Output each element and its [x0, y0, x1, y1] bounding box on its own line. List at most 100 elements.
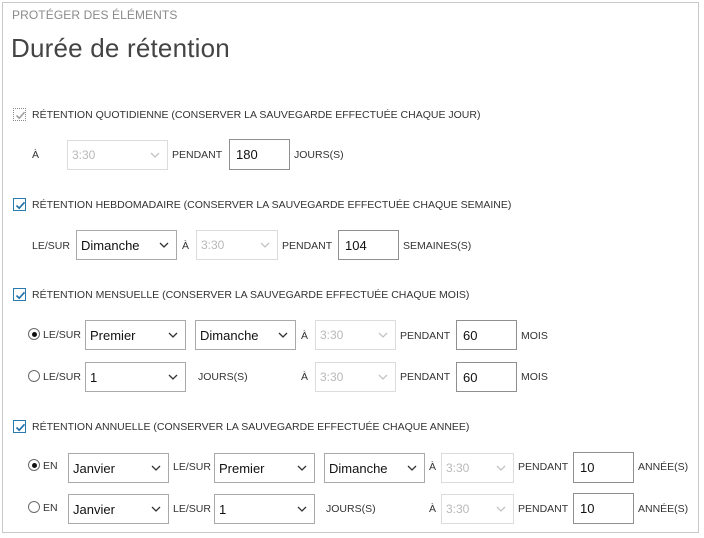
- weekly-at-label: À: [182, 240, 190, 252]
- yearly-option2-on-label: LE/SUR: [173, 503, 211, 515]
- yearly-label: RÉTENTION ANNUELLE (CONSERVER LA SAUVEGA…: [32, 421, 470, 433]
- weekly-on-label: LE/SUR: [32, 240, 70, 252]
- yearly-option2-time-value: 3:30: [446, 502, 470, 516]
- daily-unit-label: JOURS(S): [294, 149, 344, 161]
- yearly-option2-unit-label: ANNÉE(S): [638, 503, 689, 515]
- weekly-label: RÉTENTION HEBDOMADAIRE (CONSERVER LA SAU…: [32, 199, 512, 211]
- monthly-option1-count-input[interactable]: 60: [456, 320, 517, 350]
- chevron-down-icon: [407, 465, 417, 471]
- yearly-day-value: Dimanche: [329, 461, 388, 476]
- weekly-for-label: PENDANT: [282, 240, 333, 252]
- monthly-option1-radio[interactable]: [28, 328, 40, 340]
- chevron-down-icon: [151, 465, 161, 471]
- chevron-down-icon: [297, 506, 307, 512]
- checkmark-icon: [15, 111, 26, 120]
- chevron-down-icon: [496, 465, 506, 471]
- yearly-option2-time-select[interactable]: 3:30: [441, 494, 514, 524]
- yearly-option1-for-label: PENDANT: [518, 461, 569, 473]
- monthly-option1-count-value: 60: [463, 328, 478, 343]
- weekly-count-value: 104: [345, 238, 367, 253]
- yearly-week-value: Premier: [219, 461, 265, 476]
- page-title: Durée de rétention: [11, 33, 230, 63]
- monthly-option1-unit-label: MOIS: [521, 330, 548, 342]
- yearly-option2-month-value: Janvier: [73, 502, 115, 517]
- monthly-option2-count-value: 60: [463, 370, 478, 385]
- yearly-option1-in-label: EN: [43, 460, 58, 472]
- monthly-week-select[interactable]: Premier: [85, 320, 186, 350]
- yearly-option2-at-label: À: [429, 503, 437, 515]
- chevron-down-icon: [378, 374, 388, 380]
- monthly-checkbox[interactable]: [13, 288, 26, 301]
- yearly-daynum-select[interactable]: 1: [214, 494, 315, 524]
- monthly-option1-time-select[interactable]: 3:30: [315, 320, 396, 350]
- yearly-option1-time-value: 3:30: [446, 461, 470, 475]
- daily-label: RÉTENTION QUOTIDIENNE (CONSERVER LA SAUV…: [32, 109, 481, 121]
- monthly-option2-on-label: LE/SUR: [43, 371, 81, 383]
- yearly-option2-days-label: JOURS(S): [326, 503, 376, 515]
- chevron-down-icon: [378, 332, 388, 338]
- yearly-option1-time-select[interactable]: 3:30: [441, 453, 514, 483]
- chevron-down-icon: [297, 465, 307, 471]
- weekly-day-select[interactable]: Dimanche: [76, 230, 177, 260]
- daily-count-input[interactable]: 180: [229, 139, 290, 170]
- monthly-option2-days-label: JOURS(S): [198, 371, 248, 383]
- monthly-option2-time-value: 3:30: [320, 370, 344, 384]
- chevron-down-icon: [150, 152, 160, 158]
- yearly-day-select[interactable]: Dimanche: [324, 453, 425, 483]
- yearly-option1-unit-label: ANNÉE(S): [638, 461, 689, 473]
- monthly-day-value: Dimanche: [200, 328, 259, 343]
- checkmark-icon: [15, 423, 26, 432]
- chevron-down-icon: [278, 332, 288, 338]
- daily-checkbox[interactable]: [13, 108, 26, 121]
- yearly-option2-month-select[interactable]: Janvier: [68, 494, 169, 524]
- yearly-option1-count-input[interactable]: 10: [573, 452, 634, 483]
- monthly-option2-count-input[interactable]: 60: [456, 362, 517, 392]
- weekly-time-select[interactable]: 3:30: [196, 230, 278, 260]
- yearly-option2-in-label: EN: [43, 502, 58, 514]
- monthly-day-select[interactable]: Dimanche: [195, 320, 296, 350]
- chevron-down-icon: [168, 332, 178, 338]
- chevron-down-icon: [496, 506, 506, 512]
- yearly-option2-count-value: 10: [580, 501, 595, 516]
- daily-for-label: PENDANT: [172, 149, 223, 161]
- yearly-daynum-value: 1: [219, 502, 227, 517]
- yearly-option2-for-label: PENDANT: [518, 503, 569, 515]
- checkmark-icon: [15, 201, 26, 210]
- radio-selected-dot: [31, 331, 37, 337]
- monthly-option1-at-label: À: [301, 330, 309, 342]
- section-subtitle: PROTÉGER DES ÉLÉMENTS: [12, 8, 178, 22]
- monthly-option2-time-select[interactable]: 3:30: [315, 362, 396, 392]
- radio-selected-dot: [31, 462, 37, 468]
- monthly-daynum-select[interactable]: 1: [85, 362, 186, 392]
- monthly-option1-time-value: 3:30: [320, 328, 344, 342]
- weekly-unit-label: SEMAINES(S): [403, 240, 472, 252]
- yearly-option1-radio[interactable]: [28, 459, 40, 471]
- monthly-option2-radio[interactable]: [28, 370, 40, 382]
- monthly-daynum-value: 1: [90, 370, 98, 385]
- yearly-checkbox[interactable]: [13, 420, 26, 433]
- monthly-option2-for-label: PENDANT: [400, 371, 451, 383]
- yearly-option2-count-input[interactable]: 10: [573, 493, 634, 524]
- yearly-option1-month-select[interactable]: Janvier: [68, 453, 169, 483]
- daily-at-label: À: [32, 149, 40, 161]
- weekly-day-value: Dimanche: [81, 238, 140, 253]
- monthly-option2-at-label: À: [301, 371, 309, 383]
- daily-time-select[interactable]: 3:30: [67, 140, 168, 170]
- chevron-down-icon: [260, 242, 270, 248]
- daily-time-value: 3:30: [72, 148, 96, 162]
- yearly-option2-radio[interactable]: [28, 501, 40, 513]
- monthly-option1-for-label: PENDANT: [400, 330, 451, 342]
- yearly-week-select[interactable]: Premier: [214, 453, 315, 483]
- weekly-count-input[interactable]: 104: [338, 230, 399, 260]
- yearly-option1-month-value: Janvier: [73, 461, 115, 476]
- chevron-down-icon: [159, 242, 169, 248]
- monthly-option1-on-label: LE/SUR: [43, 329, 81, 341]
- chevron-down-icon: [151, 506, 161, 512]
- daily-count-value: 180: [236, 147, 258, 162]
- monthly-week-value: Premier: [90, 328, 136, 343]
- checkmark-icon: [15, 291, 26, 300]
- yearly-option1-on-label: LE/SUR: [173, 461, 211, 473]
- yearly-option1-at-label: À: [429, 461, 437, 473]
- weekly-checkbox[interactable]: [13, 198, 26, 211]
- chevron-down-icon: [168, 374, 178, 380]
